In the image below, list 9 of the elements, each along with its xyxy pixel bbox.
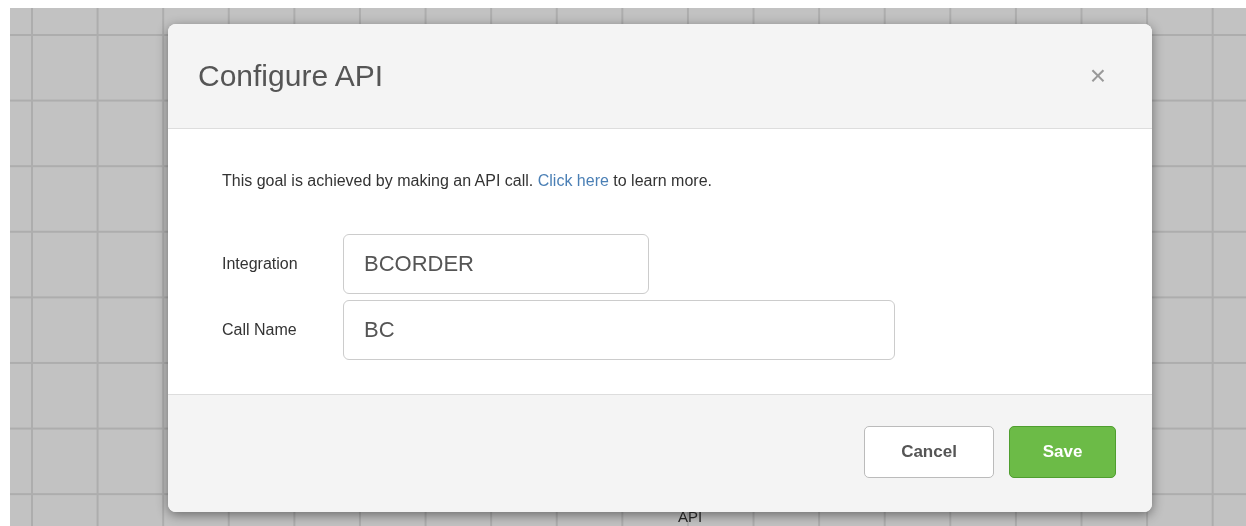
intro-text: This goal is achieved by making an API call. Click here to learn more. xyxy=(222,172,713,190)
cancel-button[interactable]: Cancel xyxy=(864,426,994,478)
text-field[interactable]: BCORDER xyxy=(343,234,649,294)
field-label: Integration xyxy=(222,255,299,273)
dialog-title: Configure API xyxy=(198,59,384,93)
field-label: Call Name xyxy=(222,321,298,339)
learn-more-link[interactable]: Click here xyxy=(537,172,609,189)
text-field[interactable]: BC xyxy=(343,300,895,360)
node-label: API xyxy=(678,508,703,525)
